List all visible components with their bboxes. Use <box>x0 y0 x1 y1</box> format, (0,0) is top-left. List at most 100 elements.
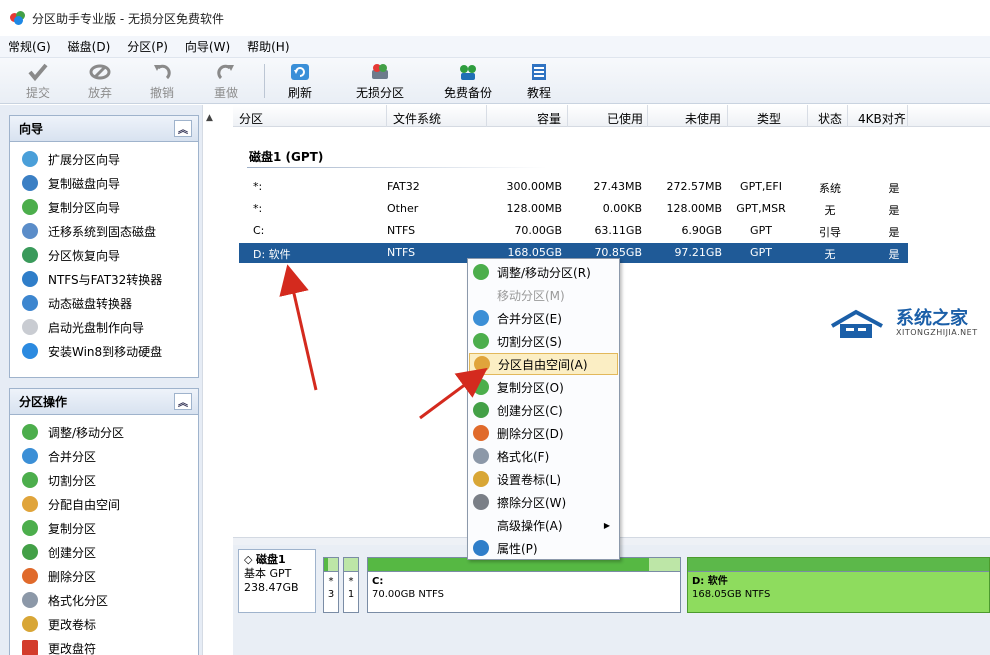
label-icon <box>22 616 38 632</box>
partition-block-esp[interactable]: * 3 <box>323 557 339 613</box>
windows-icon <box>22 343 38 359</box>
info-icon <box>473 540 489 556</box>
ctx-copy[interactable]: 复制分区(O) <box>469 376 618 398</box>
col-filesystem[interactable]: 文件系统 <box>393 110 441 127</box>
left-pane-scrollbar[interactable]: ▲ <box>202 105 218 655</box>
ctx-set-label[interactable]: 设置卷标(L) <box>469 468 618 490</box>
free-backup-button[interactable]: 免费备份 <box>438 62 498 102</box>
partition-block-msr[interactable]: * 1 <box>343 557 359 613</box>
lossless-partition-icon <box>369 62 391 82</box>
col-4kb-align[interactable]: 4KB对齐 <box>858 110 906 127</box>
wizard-ntfs-fat32-converter[interactable]: NTFS与FAT32转换器 <box>10 267 198 291</box>
cd-icon <box>22 319 38 335</box>
converter-icon <box>22 271 38 287</box>
menu-disk[interactable]: 磁盘(D) <box>68 38 111 55</box>
refresh-button[interactable]: 刷新 <box>270 62 330 102</box>
ctx-move-partition[interactable]: 移动分区(M) <box>469 284 618 306</box>
ctx-allocate-free-space[interactable]: 分区自由空间(A) <box>469 353 618 375</box>
ctx-resize-move[interactable]: 调整/移动分区(R) <box>469 261 618 283</box>
wizard-bootable-media[interactable]: 启动光盘制作向导 <box>10 315 198 339</box>
ctx-wipe[interactable]: 擦除分区(W) <box>469 491 618 513</box>
wizard-migrate-os-ssd[interactable]: 迁移系统到固态磁盘 <box>10 219 198 243</box>
window-title: 分区助手专业版 - 无损分区免费软件 <box>32 11 224 26</box>
disk-group-label: 磁盘1 (GPT) <box>249 150 324 164</box>
submenu-arrow-icon: ▶ <box>603 520 610 530</box>
menu-partition[interactable]: 分区(P) <box>127 38 168 55</box>
ctx-format[interactable]: 格式化(F) <box>469 445 618 467</box>
disk-type: 基本 GPT <box>244 567 292 580</box>
split-icon <box>473 333 489 349</box>
partition-block-d[interactable]: D: 软件 168.05GB NTFS <box>687 557 990 613</box>
ctx-create[interactable]: 创建分区(C) <box>469 399 618 421</box>
tutorial-button[interactable]: 教程 <box>509 62 569 102</box>
format-icon <box>473 448 489 464</box>
wizard-copy-disk[interactable]: 复制磁盘向导 <box>10 171 198 195</box>
wizard-win8-to-usb[interactable]: 安装Win8到移动硬盘 <box>10 339 198 363</box>
context-menu: 调整/移动分区(R) 移动分区(M) 合并分区(E) 切割分区(S) 分区自由空… <box>467 258 620 560</box>
refresh-icon <box>289 62 311 82</box>
op-create[interactable]: 创建分区 <box>10 540 198 564</box>
op-resize-move[interactable]: 调整/移动分区 <box>10 420 198 444</box>
disk-size: 238.47GB <box>244 581 299 594</box>
disk-info-box[interactable]: ◇ 磁盘1 基本 GPT 238.47GB <box>238 549 316 613</box>
op-change-label[interactable]: 更改卷标 <box>10 612 198 636</box>
ctx-advanced[interactable]: 高级操作(A) ▶ <box>469 514 618 536</box>
allocate-icon <box>22 496 38 512</box>
menu-help[interactable]: 帮助(H) <box>247 38 289 55</box>
wizard-panel: 向导 ︽ 扩展分区向导 复制磁盘向导 复制分区向导 迁移系统到固态磁盘 分区恢复… <box>9 115 199 378</box>
create-icon <box>473 402 489 418</box>
op-delete[interactable]: 删除分区 <box>10 564 198 588</box>
ctx-split[interactable]: 切割分区(S) <box>469 330 618 352</box>
table-row[interactable]: *: FAT32 300.00MB 27.43MB 272.57MB GPT,E… <box>239 177 908 197</box>
copy-partition-icon <box>22 199 38 215</box>
undo-icon <box>151 62 173 82</box>
wizard-dynamic-disk-converter[interactable]: 动态磁盘转换器 <box>10 291 198 315</box>
col-capacity[interactable]: 容量 <box>537 110 561 127</box>
redo-button[interactable]: 重做 <box>196 62 256 102</box>
col-partition[interactable]: 分区 <box>239 110 263 127</box>
table-row[interactable]: *: Other 128.00MB 0.00KB 128.00MB GPT,MS… <box>239 199 908 219</box>
col-used[interactable]: 已使用 <box>607 110 643 127</box>
ctx-merge[interactable]: 合并分区(E) <box>469 307 618 329</box>
menu-wizard[interactable]: 向导(W) <box>185 38 230 55</box>
op-format[interactable]: 格式化分区 <box>10 588 198 612</box>
col-status[interactable]: 状态 <box>818 110 842 127</box>
wizard-extend-partition[interactable]: 扩展分区向导 <box>10 147 198 171</box>
watermark-logo-icon <box>830 309 883 338</box>
checkmark-icon <box>27 62 49 82</box>
collapse-icon[interactable]: ︽ <box>174 393 192 410</box>
disk-icon: ◇ <box>244 553 253 566</box>
delete-icon <box>22 568 38 584</box>
backup-icon <box>457 62 479 82</box>
disk-group-divider <box>247 167 547 168</box>
resize-icon <box>22 424 38 440</box>
op-change-drive-letter[interactable]: 更改盘符 <box>10 636 198 655</box>
wizard-panel-header: 向导 ︽ <box>10 116 198 142</box>
toolbar: 提交 放弃 撤销 重做 刷新 无损分区 免费备份 教程 <box>0 58 990 104</box>
discard-button[interactable]: 放弃 <box>70 62 130 102</box>
discard-icon <box>89 62 111 82</box>
wizard-panel-title: 向导 <box>19 122 44 136</box>
collapse-icon[interactable]: ︽ <box>174 120 192 137</box>
ctx-properties[interactable]: 属性(P) <box>469 537 618 559</box>
commit-button[interactable]: 提交 <box>8 62 68 102</box>
ctx-delete[interactable]: 删除分区(D) <box>469 422 618 444</box>
op-split[interactable]: 切割分区 <box>10 468 198 492</box>
scroll-up-icon[interactable]: ▲ <box>206 113 213 123</box>
partition-block-c[interactable]: C: 70.00GB NTFS <box>367 557 681 613</box>
menu-bar: 常规(G) 磁盘(D) 分区(P) 向导(W) 帮助(H) <box>0 36 990 58</box>
watermark: 系统之家 XITONGZHIJIA.NET <box>826 302 986 344</box>
col-unused[interactable]: 未使用 <box>685 110 721 127</box>
col-type[interactable]: 类型 <box>757 110 781 127</box>
drive-letter-icon <box>22 640 38 655</box>
app-logo-icon <box>10 11 26 25</box>
wizard-partition-recovery[interactable]: 分区恢复向导 <box>10 243 198 267</box>
lossless-partition-button[interactable]: 无损分区 <box>350 62 410 102</box>
wizard-copy-partition[interactable]: 复制分区向导 <box>10 195 198 219</box>
op-merge[interactable]: 合并分区 <box>10 444 198 468</box>
menu-general[interactable]: 常规(G) <box>8 38 51 55</box>
undo-button[interactable]: 撤销 <box>132 62 192 102</box>
op-copy[interactable]: 复制分区 <box>10 516 198 540</box>
table-row[interactable]: C: NTFS 70.00GB 63.11GB 6.90GB GPT 引导 是 <box>239 221 908 241</box>
op-allocate-free-space[interactable]: 分配自由空间 <box>10 492 198 516</box>
